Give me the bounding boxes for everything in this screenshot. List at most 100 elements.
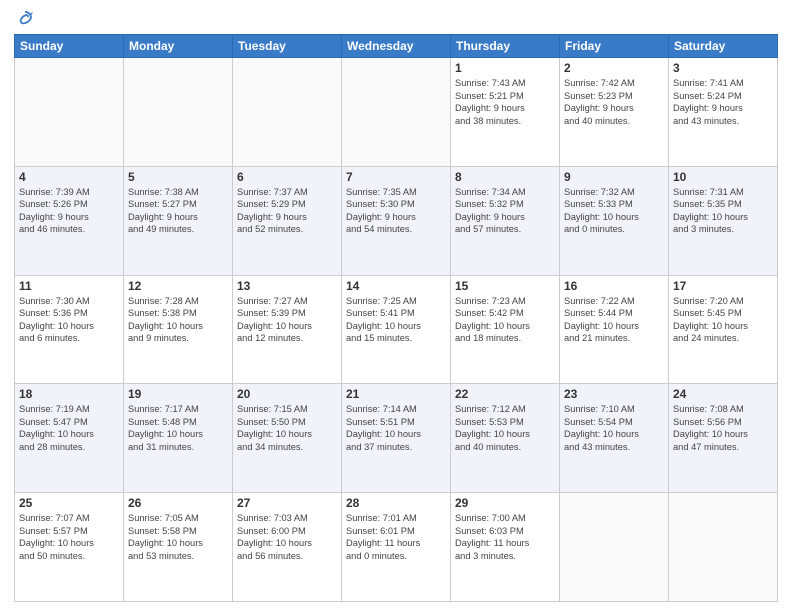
day-number: 22 xyxy=(455,387,555,401)
day-info: Sunrise: 7:28 AM Sunset: 5:38 PM Dayligh… xyxy=(128,295,228,345)
weekday-header: Thursday xyxy=(451,35,560,58)
day-info: Sunrise: 7:39 AM Sunset: 5:26 PM Dayligh… xyxy=(19,186,119,236)
day-info: Sunrise: 7:10 AM Sunset: 5:54 PM Dayligh… xyxy=(564,403,664,453)
day-number: 13 xyxy=(237,279,337,293)
day-info: Sunrise: 7:27 AM Sunset: 5:39 PM Dayligh… xyxy=(237,295,337,345)
calendar-cell: 15Sunrise: 7:23 AM Sunset: 5:42 PM Dayli… xyxy=(451,275,560,384)
logo-bird-icon xyxy=(16,10,34,28)
calendar-cell: 7 Sunrise: 7:35 AM Sunset: 5:30 PM Daylig… xyxy=(342,166,451,275)
calendar-cell: 25 Sunrise: 7:07 AM Sunset: 5:57 PM Dayli… xyxy=(15,493,124,602)
day-number: 2 xyxy=(564,61,664,75)
day-number: 5 xyxy=(128,170,228,184)
calendar-cell: 17 Sunrise: 7:20 AM Sunset: 5:45 PM Dayli… xyxy=(669,275,778,384)
day-info: Sunrise: 7:35 AM Sunset: 5:30 PM Dayligh… xyxy=(346,186,446,236)
logo xyxy=(14,10,34,28)
day-info: Sunrise: 7:19 AM Sunset: 5:47 PM Dayligh… xyxy=(19,403,119,453)
day-number: 10 xyxy=(673,170,773,184)
day-number: 4 xyxy=(19,170,119,184)
calendar-cell: 3 Sunrise: 7:41 AM Sunset: 5:24 PM Daylig… xyxy=(669,58,778,167)
calendar-cell: 16 Sunrise: 7:22 AM Sunset: 5:44 PM Dayli… xyxy=(560,275,669,384)
weekday-header: Monday xyxy=(124,35,233,58)
day-number: 16 xyxy=(564,279,664,293)
calendar-cell: 9 Sunrise: 7:32 AM Sunset: 5:33 PM Daylig… xyxy=(560,166,669,275)
day-info: Sunrise: 7:42 AM Sunset: 5:23 PM Dayligh… xyxy=(564,77,664,127)
calendar-table: SundayMondayTuesdayWednesdayThursdayFrid… xyxy=(14,34,778,602)
calendar-cell xyxy=(669,493,778,602)
day-info: Sunrise: 7:20 AM Sunset: 5:45 PM Dayligh… xyxy=(673,295,773,345)
day-info: Sunrise: 7:03 AM Sunset: 6:00 PM Dayligh… xyxy=(237,512,337,562)
calendar-cell: 10 Sunrise: 7:31 AM Sunset: 5:35 PM Dayli… xyxy=(669,166,778,275)
day-number: 19 xyxy=(128,387,228,401)
day-info: Sunrise: 7:05 AM Sunset: 5:58 PM Dayligh… xyxy=(128,512,228,562)
day-number: 1 xyxy=(455,61,555,75)
calendar-week-row: 4 Sunrise: 7:39 AM Sunset: 5:26 PM Daylig… xyxy=(15,166,778,275)
calendar-cell: 20Sunrise: 7:15 AM Sunset: 5:50 PM Dayli… xyxy=(233,384,342,493)
calendar-cell: 14 Sunrise: 7:25 AM Sunset: 5:41 PM Dayli… xyxy=(342,275,451,384)
day-number: 17 xyxy=(673,279,773,293)
weekday-header: Wednesday xyxy=(342,35,451,58)
day-number: 29 xyxy=(455,496,555,510)
day-number: 24 xyxy=(673,387,773,401)
day-info: Sunrise: 7:17 AM Sunset: 5:48 PM Dayligh… xyxy=(128,403,228,453)
calendar-cell: 19 Sunrise: 7:17 AM Sunset: 5:48 PM Dayli… xyxy=(124,384,233,493)
day-info: Sunrise: 7:12 AM Sunset: 5:53 PM Dayligh… xyxy=(455,403,555,453)
calendar-cell: 4 Sunrise: 7:39 AM Sunset: 5:26 PM Daylig… xyxy=(15,166,124,275)
weekday-header: Friday xyxy=(560,35,669,58)
calendar-cell: 11 Sunrise: 7:30 AM Sunset: 5:36 PM Dayli… xyxy=(15,275,124,384)
day-number: 9 xyxy=(564,170,664,184)
calendar-week-row: 25 Sunrise: 7:07 AM Sunset: 5:57 PM Dayli… xyxy=(15,493,778,602)
calendar-week-row: 11 Sunrise: 7:30 AM Sunset: 5:36 PM Dayli… xyxy=(15,275,778,384)
day-info: Sunrise: 7:43 AM Sunset: 5:21 PM Dayligh… xyxy=(455,77,555,127)
calendar-header-row: SundayMondayTuesdayWednesdayThursdayFrid… xyxy=(15,35,778,58)
day-info: Sunrise: 7:00 AM Sunset: 6:03 PM Dayligh… xyxy=(455,512,555,562)
calendar-cell xyxy=(15,58,124,167)
calendar-cell xyxy=(233,58,342,167)
calendar-week-row: 1 Sunrise: 7:43 AM Sunset: 5:21 PM Daylig… xyxy=(15,58,778,167)
day-info: Sunrise: 7:38 AM Sunset: 5:27 PM Dayligh… xyxy=(128,186,228,236)
day-number: 14 xyxy=(346,279,446,293)
day-number: 7 xyxy=(346,170,446,184)
day-info: Sunrise: 7:25 AM Sunset: 5:41 PM Dayligh… xyxy=(346,295,446,345)
day-number: 6 xyxy=(237,170,337,184)
calendar-cell: 29 Sunrise: 7:00 AM Sunset: 6:03 PM Dayli… xyxy=(451,493,560,602)
day-info: Sunrise: 7:37 AM Sunset: 5:29 PM Dayligh… xyxy=(237,186,337,236)
day-number: 28 xyxy=(346,496,446,510)
calendar-cell: 24 Sunrise: 7:08 AM Sunset: 5:56 PM Dayli… xyxy=(669,384,778,493)
calendar-cell xyxy=(560,493,669,602)
day-info: Sunrise: 7:07 AM Sunset: 5:57 PM Dayligh… xyxy=(19,512,119,562)
calendar-cell: 5 Sunrise: 7:38 AM Sunset: 5:27 PM Daylig… xyxy=(124,166,233,275)
calendar-cell: 18 Sunrise: 7:19 AM Sunset: 5:47 PM Dayli… xyxy=(15,384,124,493)
page: SundayMondayTuesdayWednesdayThursdayFrid… xyxy=(0,0,792,612)
calendar-cell: 21Sunrise: 7:14 AM Sunset: 5:51 PM Dayli… xyxy=(342,384,451,493)
day-number: 27 xyxy=(237,496,337,510)
calendar-cell: 1 Sunrise: 7:43 AM Sunset: 5:21 PM Daylig… xyxy=(451,58,560,167)
day-info: Sunrise: 7:23 AM Sunset: 5:42 PM Dayligh… xyxy=(455,295,555,345)
day-number: 25 xyxy=(19,496,119,510)
day-info: Sunrise: 7:41 AM Sunset: 5:24 PM Dayligh… xyxy=(673,77,773,127)
day-number: 12 xyxy=(128,279,228,293)
day-info: Sunrise: 7:08 AM Sunset: 5:56 PM Dayligh… xyxy=(673,403,773,453)
day-number: 23 xyxy=(564,387,664,401)
weekday-header: Saturday xyxy=(669,35,778,58)
day-info: Sunrise: 7:22 AM Sunset: 5:44 PM Dayligh… xyxy=(564,295,664,345)
header xyxy=(14,10,778,28)
calendar-cell: 8 Sunrise: 7:34 AM Sunset: 5:32 PM Daylig… xyxy=(451,166,560,275)
day-info: Sunrise: 7:31 AM Sunset: 5:35 PM Dayligh… xyxy=(673,186,773,236)
day-info: Sunrise: 7:01 AM Sunset: 6:01 PM Dayligh… xyxy=(346,512,446,562)
day-number: 8 xyxy=(455,170,555,184)
calendar-week-row: 18 Sunrise: 7:19 AM Sunset: 5:47 PM Dayli… xyxy=(15,384,778,493)
calendar-cell: 13 Sunrise: 7:27 AM Sunset: 5:39 PM Dayli… xyxy=(233,275,342,384)
day-info: Sunrise: 7:30 AM Sunset: 5:36 PM Dayligh… xyxy=(19,295,119,345)
day-info: Sunrise: 7:14 AM Sunset: 5:51 PM Dayligh… xyxy=(346,403,446,453)
day-number: 20 xyxy=(237,387,337,401)
calendar-cell: 22 Sunrise: 7:12 AM Sunset: 5:53 PM Dayli… xyxy=(451,384,560,493)
day-info: Sunrise: 7:34 AM Sunset: 5:32 PM Dayligh… xyxy=(455,186,555,236)
day-number: 26 xyxy=(128,496,228,510)
calendar-cell: 27 Sunrise: 7:03 AM Sunset: 6:00 PM Dayli… xyxy=(233,493,342,602)
day-number: 3 xyxy=(673,61,773,75)
day-number: 18 xyxy=(19,387,119,401)
day-info: Sunrise: 7:32 AM Sunset: 5:33 PM Dayligh… xyxy=(564,186,664,236)
calendar-cell xyxy=(124,58,233,167)
day-number: 11 xyxy=(19,279,119,293)
calendar-cell: 26 Sunrise: 7:05 AM Sunset: 5:58 PM Dayli… xyxy=(124,493,233,602)
